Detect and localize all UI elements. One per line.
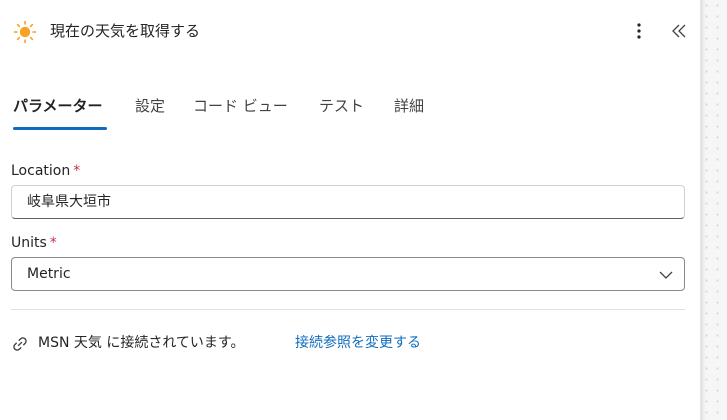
location-input[interactable]: 岐阜県大垣市 (11, 185, 685, 219)
action-panel: 現在の天気を取得する パラメーター 設定 コード ビュー テスト 詳細 Loca… (0, 0, 700, 420)
required-marker: * (49, 235, 57, 251)
tab-details[interactable]: 詳細 (394, 95, 424, 117)
change-connection-link[interactable]: 接続参照を変更する (295, 334, 421, 352)
sun-icon (13, 20, 37, 44)
canvas-background (700, 0, 727, 420)
link-icon (11, 335, 29, 353)
more-vertical-icon (637, 23, 641, 39)
double-chevron-left-icon (672, 24, 686, 38)
tab-settings[interactable]: 設定 (135, 95, 165, 117)
divider (11, 309, 685, 310)
location-label: Location * (11, 162, 80, 180)
more-options-button[interactable] (628, 20, 650, 42)
tab-code-view[interactable]: コード ビュー (193, 95, 288, 117)
location-label-text: Location (11, 163, 71, 179)
location-value: 岐阜県大垣市 (27, 194, 111, 210)
units-label: Units * (11, 234, 57, 252)
required-marker: * (73, 163, 81, 179)
collapse-panel-button[interactable] (668, 20, 690, 42)
units-dropdown[interactable]: Metric (11, 257, 685, 291)
tab-test[interactable]: テスト (319, 95, 364, 117)
units-value: Metric (27, 266, 71, 282)
units-label-text: Units (11, 235, 47, 251)
chevron-down-icon (659, 271, 673, 279)
active-tab-indicator (13, 127, 107, 130)
tab-parameters[interactable]: パラメーター (13, 95, 103, 117)
panel-title: 現在の天気を取得する (50, 22, 201, 40)
connection-status: MSN 天気 に接続されています。 (38, 335, 245, 351)
